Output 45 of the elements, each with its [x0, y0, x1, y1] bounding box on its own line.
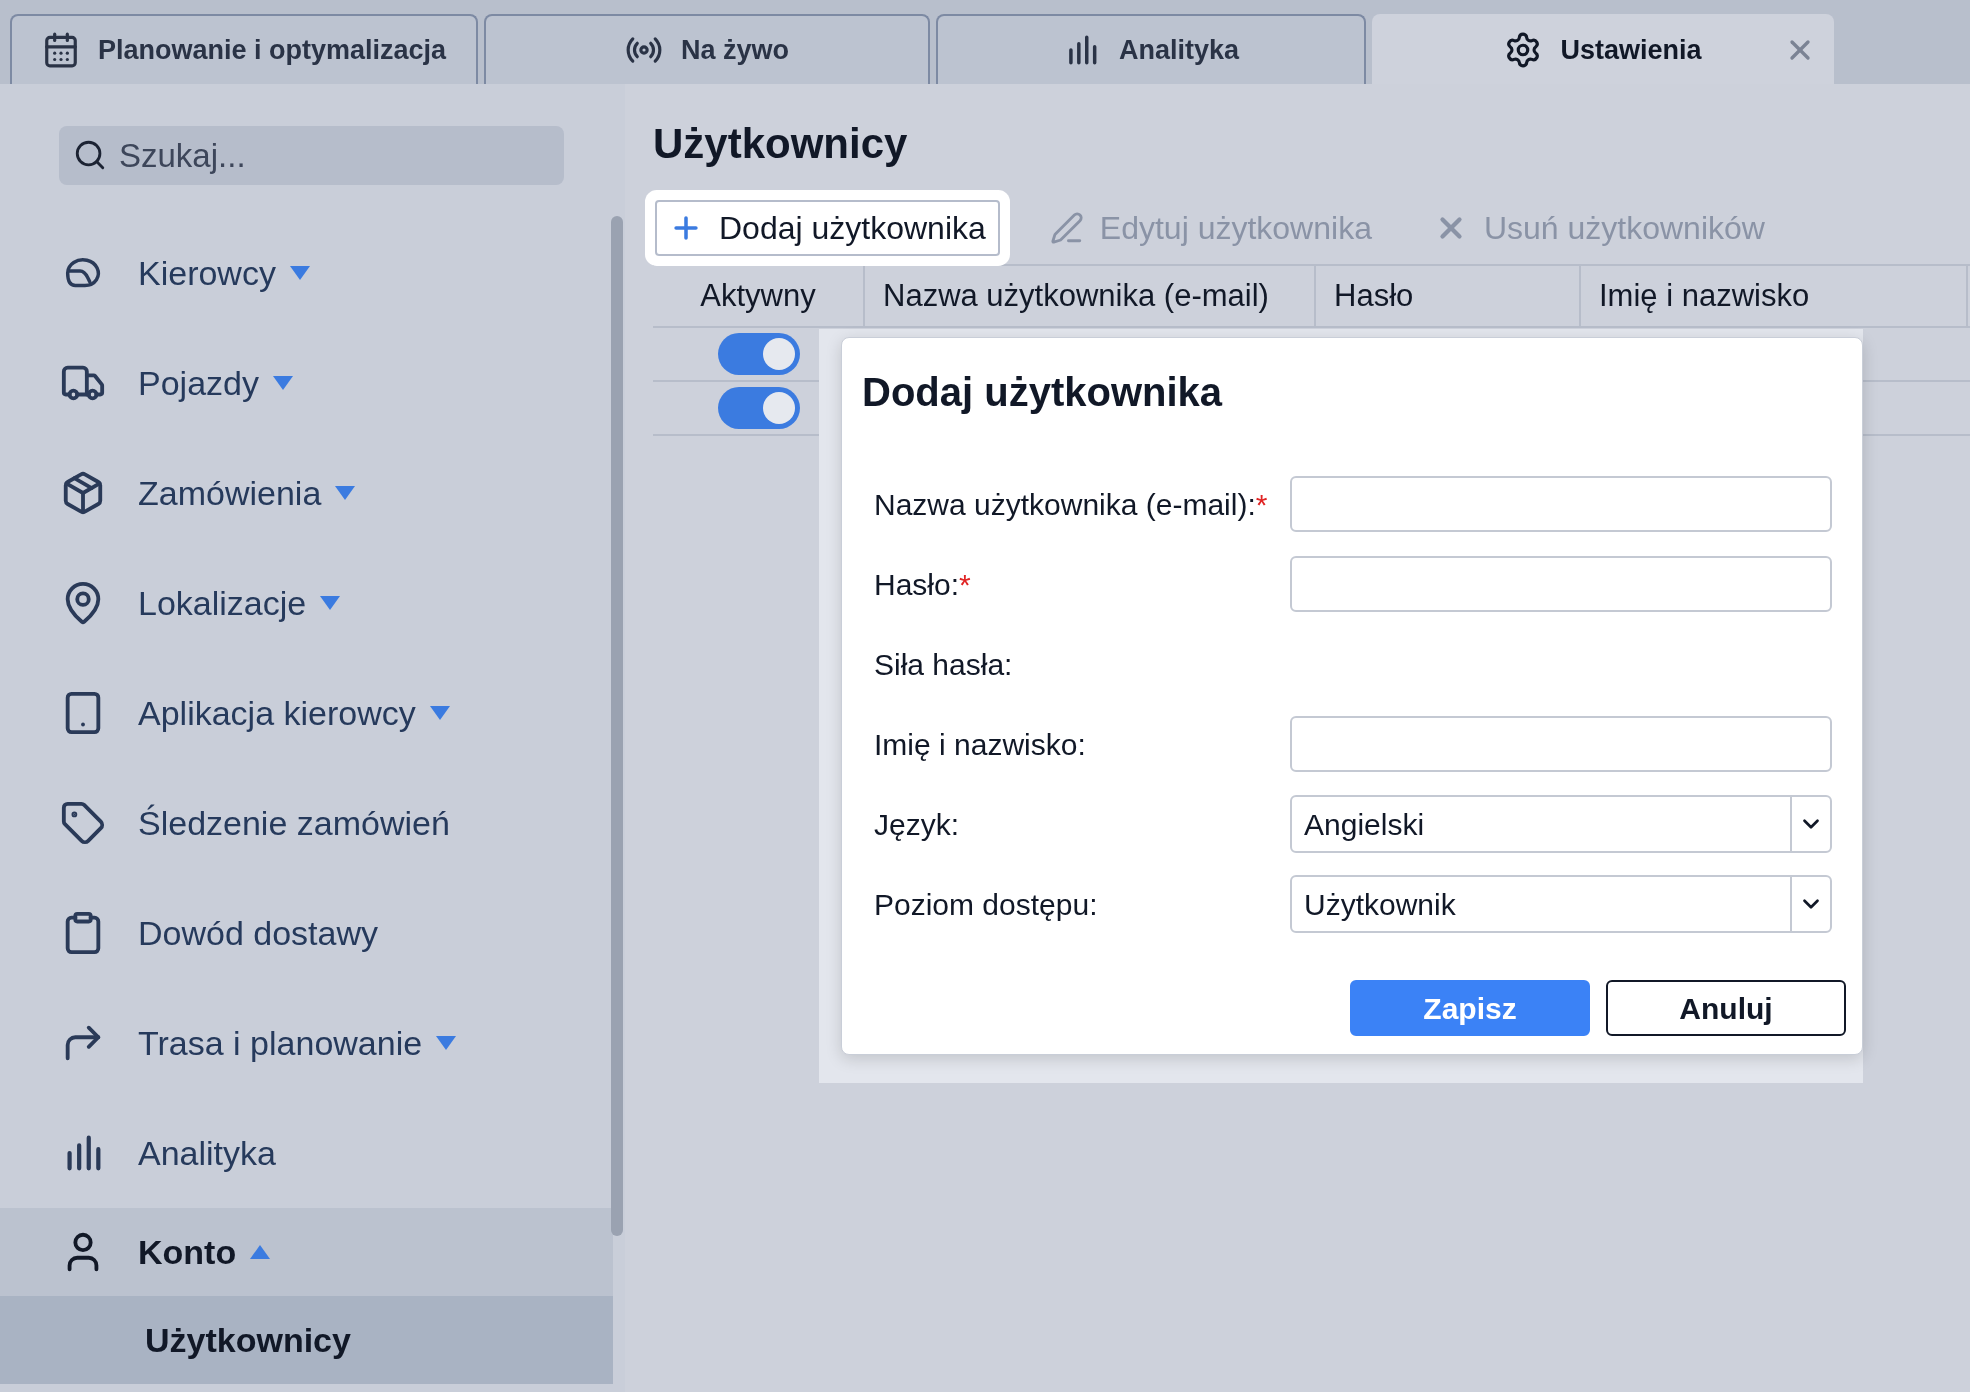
cancel-button[interactable]: Anuluj — [1606, 980, 1846, 1036]
sidebar-item[interactable]: Kierowcy — [0, 218, 613, 328]
toggle-switch[interactable] — [718, 333, 800, 375]
sidebar-item[interactable]: Konto — [0, 1208, 613, 1296]
dialog-title: Dodaj użytkownika — [862, 369, 1224, 416]
dropdown[interactable]: Użytkownik — [1290, 875, 1832, 933]
field-label: Imię i nazwisko: — [874, 726, 1086, 763]
text-field[interactable] — [1290, 716, 1832, 772]
search-field[interactable]: Szukaj... — [59, 126, 564, 185]
field-label: Poziom dostępu: — [874, 886, 1098, 923]
text-field[interactable] — [1290, 556, 1832, 612]
tab[interactable]: Planowanie i optymalizacja — [10, 14, 478, 84]
dropdown[interactable]: Angielski — [1290, 795, 1832, 853]
tab[interactable]: Analityka — [936, 14, 1366, 84]
column-header: Hasło — [1316, 266, 1581, 326]
sidebar-item[interactable]: Śledzenie zamówień — [0, 768, 613, 878]
sidebar-item[interactable]: Zamówienia — [0, 438, 613, 548]
column-header: Aktywny — [653, 266, 865, 326]
tag-icon — [60, 800, 106, 846]
tab[interactable]: Na żywo — [484, 14, 930, 84]
field-label: Hasło: — [874, 566, 960, 603]
required-mark: * — [959, 566, 971, 603]
save-button[interactable]: Zapisz — [1350, 980, 1590, 1036]
field-label: Nazwa użytkownika (e-mail): — [874, 486, 1256, 523]
field-label: Język: — [874, 806, 960, 843]
pencil-icon — [1049, 211, 1084, 245]
sidebar-item[interactable]: Lokalizacje — [0, 548, 613, 658]
sidebar-item[interactable]: Dowód dostawy — [0, 878, 613, 988]
toggle-switch[interactable] — [718, 387, 800, 429]
search-icon — [73, 138, 107, 172]
sidebar-item[interactable]: Trasa i planowanie — [0, 988, 613, 1098]
column-header: Imię i nazwisko — [1581, 266, 1968, 326]
column-header: Nazwa użytkownika (e-mail) — [865, 266, 1316, 326]
scrollbar[interactable] — [611, 216, 623, 1236]
field-label: Siła hasła: — [874, 646, 1013, 683]
page-title: Użytkownicy — [653, 120, 909, 168]
dropdown-value: Użytkownik — [1303, 886, 1456, 923]
dropdown-value: Angielski — [1303, 806, 1425, 843]
sidebar-item[interactable]: Analityka — [0, 1098, 613, 1208]
sidebar-subitem[interactable]: Użytkownicy — [0, 1296, 613, 1384]
tab[interactable]: Ustawienia — [1372, 14, 1834, 84]
required-mark: * — [1255, 486, 1268, 523]
sidebar-item[interactable]: Pojazdy — [0, 328, 613, 438]
sidebar-item[interactable]: Aplikacja kierowcy — [0, 658, 613, 768]
text-field[interactable] — [1290, 476, 1832, 532]
